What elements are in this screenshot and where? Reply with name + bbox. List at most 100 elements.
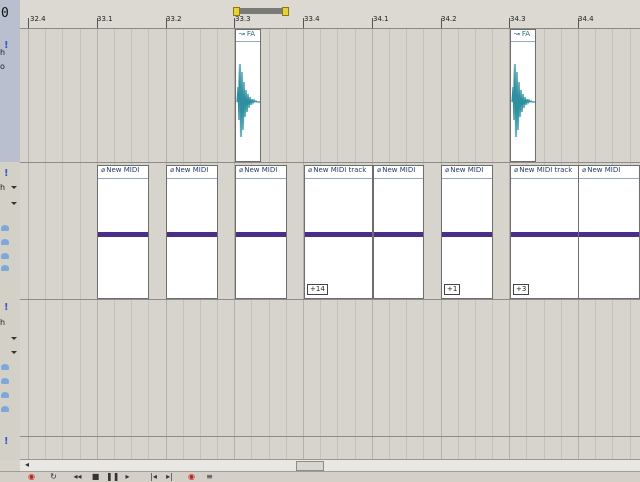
audio-clip-icon: ↝ xyxy=(239,30,245,38)
waveform xyxy=(511,60,535,144)
knob-icon[interactable] xyxy=(1,253,9,259)
clip-label: New MIDI xyxy=(587,166,621,174)
ruler-label: 33.2 xyxy=(166,15,182,23)
timeline-ruler[interactable] xyxy=(20,0,640,29)
ruler-label: 34.3 xyxy=(510,15,526,23)
midi-note[interactable] xyxy=(442,232,492,237)
grid-line xyxy=(80,29,81,459)
loop-end-marker[interactable] xyxy=(282,7,289,16)
clip-count-badge: +14 xyxy=(307,284,328,295)
midi-clip[interactable]: ⌀New MIDI xyxy=(373,165,424,299)
midi-clip-icon: ⌀ xyxy=(101,166,106,174)
midi-note[interactable] xyxy=(511,232,578,237)
ruler-tick xyxy=(234,18,235,28)
knob-icon[interactable] xyxy=(1,392,9,398)
clip-header: ↝ FA xyxy=(511,30,535,42)
record-arm-icon[interactable]: ◉ xyxy=(186,472,197,481)
midi-clip-icon: ⌀ xyxy=(445,166,450,174)
rewind-icon[interactable]: ◂◂ xyxy=(72,472,83,481)
clip-label: New MIDI xyxy=(106,166,140,174)
skip-back-icon[interactable]: |◂ xyxy=(148,472,159,481)
ruler-tick xyxy=(372,18,373,28)
midi-note[interactable] xyxy=(167,232,217,237)
grid-line xyxy=(28,29,29,459)
dropdown-icon[interactable] xyxy=(11,186,17,189)
clip-header: ⌀New MIDI xyxy=(167,166,217,179)
clip-header: ⌀New MIDI track xyxy=(305,166,372,179)
track-warning-mark: ! xyxy=(4,168,9,179)
clip-count-badge: +3 xyxy=(513,284,530,295)
ruler-tick xyxy=(441,18,442,28)
knob-icon[interactable] xyxy=(1,225,9,231)
midi-clip[interactable]: ⌀New MIDI xyxy=(97,165,149,299)
track-separator xyxy=(20,162,640,163)
clip-header: ⌀New MIDI track xyxy=(511,166,578,179)
clip-label: New MIDI xyxy=(382,166,416,174)
grid-line xyxy=(45,29,46,459)
clip-header: ⌀New MIDI xyxy=(98,166,148,179)
clip-label: New MIDI xyxy=(175,166,209,174)
dropdown-icon[interactable] xyxy=(11,202,17,205)
dropdown-icon[interactable] xyxy=(11,351,17,354)
ruler-tick xyxy=(166,18,167,28)
time-counter: 0 xyxy=(1,6,9,21)
loop-region[interactable] xyxy=(235,8,285,14)
knob-icon[interactable] xyxy=(1,239,9,245)
ruler-label: 33.4 xyxy=(304,15,320,23)
clip-label: New MIDI xyxy=(244,166,278,174)
midi-clip[interactable]: ⌀New MIDI track +14 xyxy=(304,165,373,299)
audio-track-header[interactable] xyxy=(0,0,20,162)
clip-header: ⌀New MIDI xyxy=(442,166,492,179)
midi-clip[interactable]: ⌀New MIDI +1 xyxy=(441,165,493,299)
midi-note[interactable] xyxy=(579,232,639,237)
clip-label: New MIDI xyxy=(450,166,484,174)
arrow-left-icon[interactable]: ◂ xyxy=(22,460,32,470)
clip-label: New MIDI track xyxy=(519,166,573,174)
audio-track-controls: ! h o xyxy=(0,40,20,80)
midi-note[interactable] xyxy=(236,232,286,237)
stop-icon[interactable]: ■ xyxy=(90,472,101,481)
midi-note[interactable] xyxy=(98,232,148,237)
knob-icon[interactable] xyxy=(1,265,9,271)
knob-icon[interactable] xyxy=(1,378,9,384)
loop-icon[interactable]: ↻ xyxy=(48,472,59,481)
midi-clip[interactable]: ⌀New MIDI track +3 xyxy=(510,165,579,299)
track-warning-mark: ! xyxy=(4,302,9,313)
play-icon[interactable]: ▸ xyxy=(122,472,133,481)
ruler-tick xyxy=(28,18,29,28)
metronome-icon[interactable]: ≡ xyxy=(204,472,215,481)
midi-note[interactable] xyxy=(305,232,372,237)
midi-clip-icon: ⌀ xyxy=(170,166,175,174)
record-icon[interactable]: ◉ xyxy=(26,472,37,481)
clip-label: New MIDI track xyxy=(313,166,367,174)
track-label-fragment: h xyxy=(0,183,6,192)
waveform xyxy=(236,60,260,144)
skip-forward-icon[interactable]: ▸| xyxy=(164,472,175,481)
ruler-tick xyxy=(303,18,304,28)
midi-clip[interactable]: ⌀New MIDI xyxy=(235,165,287,299)
ruler-label: 32.4 xyxy=(30,15,46,23)
audio-clip[interactable]: ↝ FA xyxy=(510,29,536,162)
track-separator xyxy=(20,299,640,300)
knob-icon[interactable] xyxy=(1,406,9,412)
audio-clip-icon: ↝ xyxy=(514,30,520,38)
ruler-label: 33.1 xyxy=(97,15,113,23)
ruler-label: 34.4 xyxy=(578,15,594,23)
midi-clip[interactable]: ⌀New MIDI xyxy=(166,165,218,299)
midi-track-controls: ! h xyxy=(0,165,20,285)
knob-icon[interactable] xyxy=(1,364,9,370)
midi-clip[interactable]: ⌀New MIDI xyxy=(578,165,640,299)
clip-header: ↝ FA xyxy=(236,30,260,42)
clip-label: FA xyxy=(246,30,256,38)
audio-clip[interactable]: ↝ FA xyxy=(235,29,261,162)
track-label-fragment: o xyxy=(0,62,5,71)
midi-note[interactable] xyxy=(374,232,423,237)
empty-track-controls: ! h ! xyxy=(0,300,20,447)
ruler-label: 34.1 xyxy=(373,15,389,23)
scrollbar-thumb[interactable] xyxy=(296,461,324,471)
dropdown-icon[interactable] xyxy=(11,337,17,340)
clip-header: ⌀New MIDI xyxy=(374,166,423,179)
track-label-fragment: h xyxy=(0,48,6,57)
pause-icon[interactable]: ❚❚ xyxy=(106,472,119,481)
track-label-fragment: h xyxy=(0,318,6,327)
